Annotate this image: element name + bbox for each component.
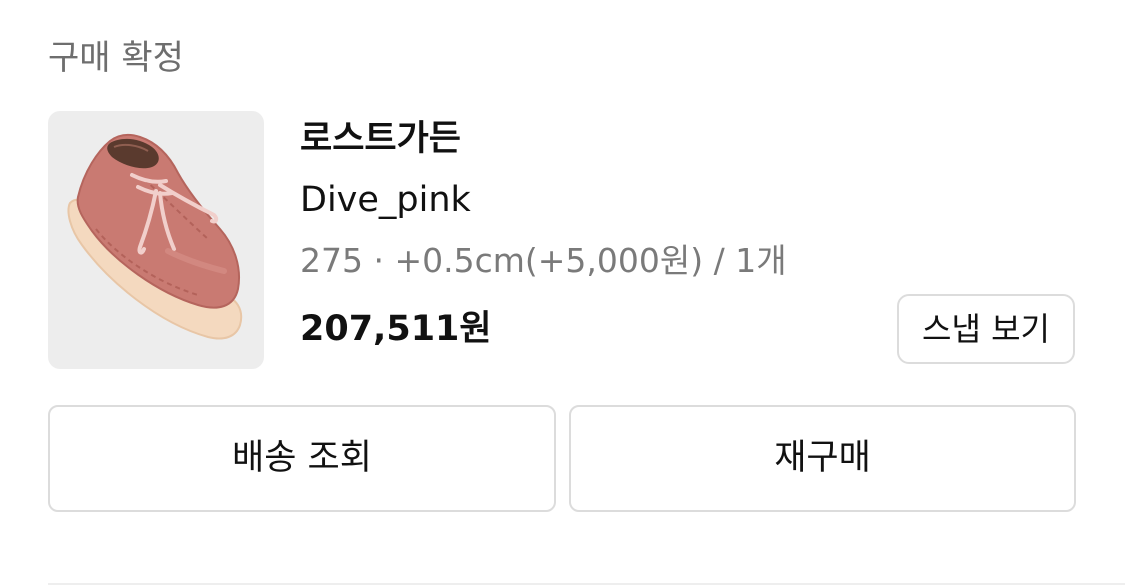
- product-thumbnail[interactable]: [48, 111, 264, 369]
- product-price: 207,511원: [300, 309, 492, 349]
- order-status-title: 구매 확정: [48, 38, 184, 78]
- section-divider: [48, 583, 1125, 585]
- product-option: 275 · +0.5cm(+5,000원) / 1개: [300, 241, 787, 280]
- track-delivery-button[interactable]: 배송 조회: [48, 405, 556, 512]
- view-snap-button[interactable]: 스냅 보기: [897, 294, 1075, 364]
- product-name[interactable]: Dive_pink: [300, 177, 471, 223]
- brand-name[interactable]: 로스트가든: [300, 116, 461, 162]
- shoe-image-icon: [67, 133, 243, 340]
- rebuy-button[interactable]: 재구매: [569, 405, 1076, 512]
